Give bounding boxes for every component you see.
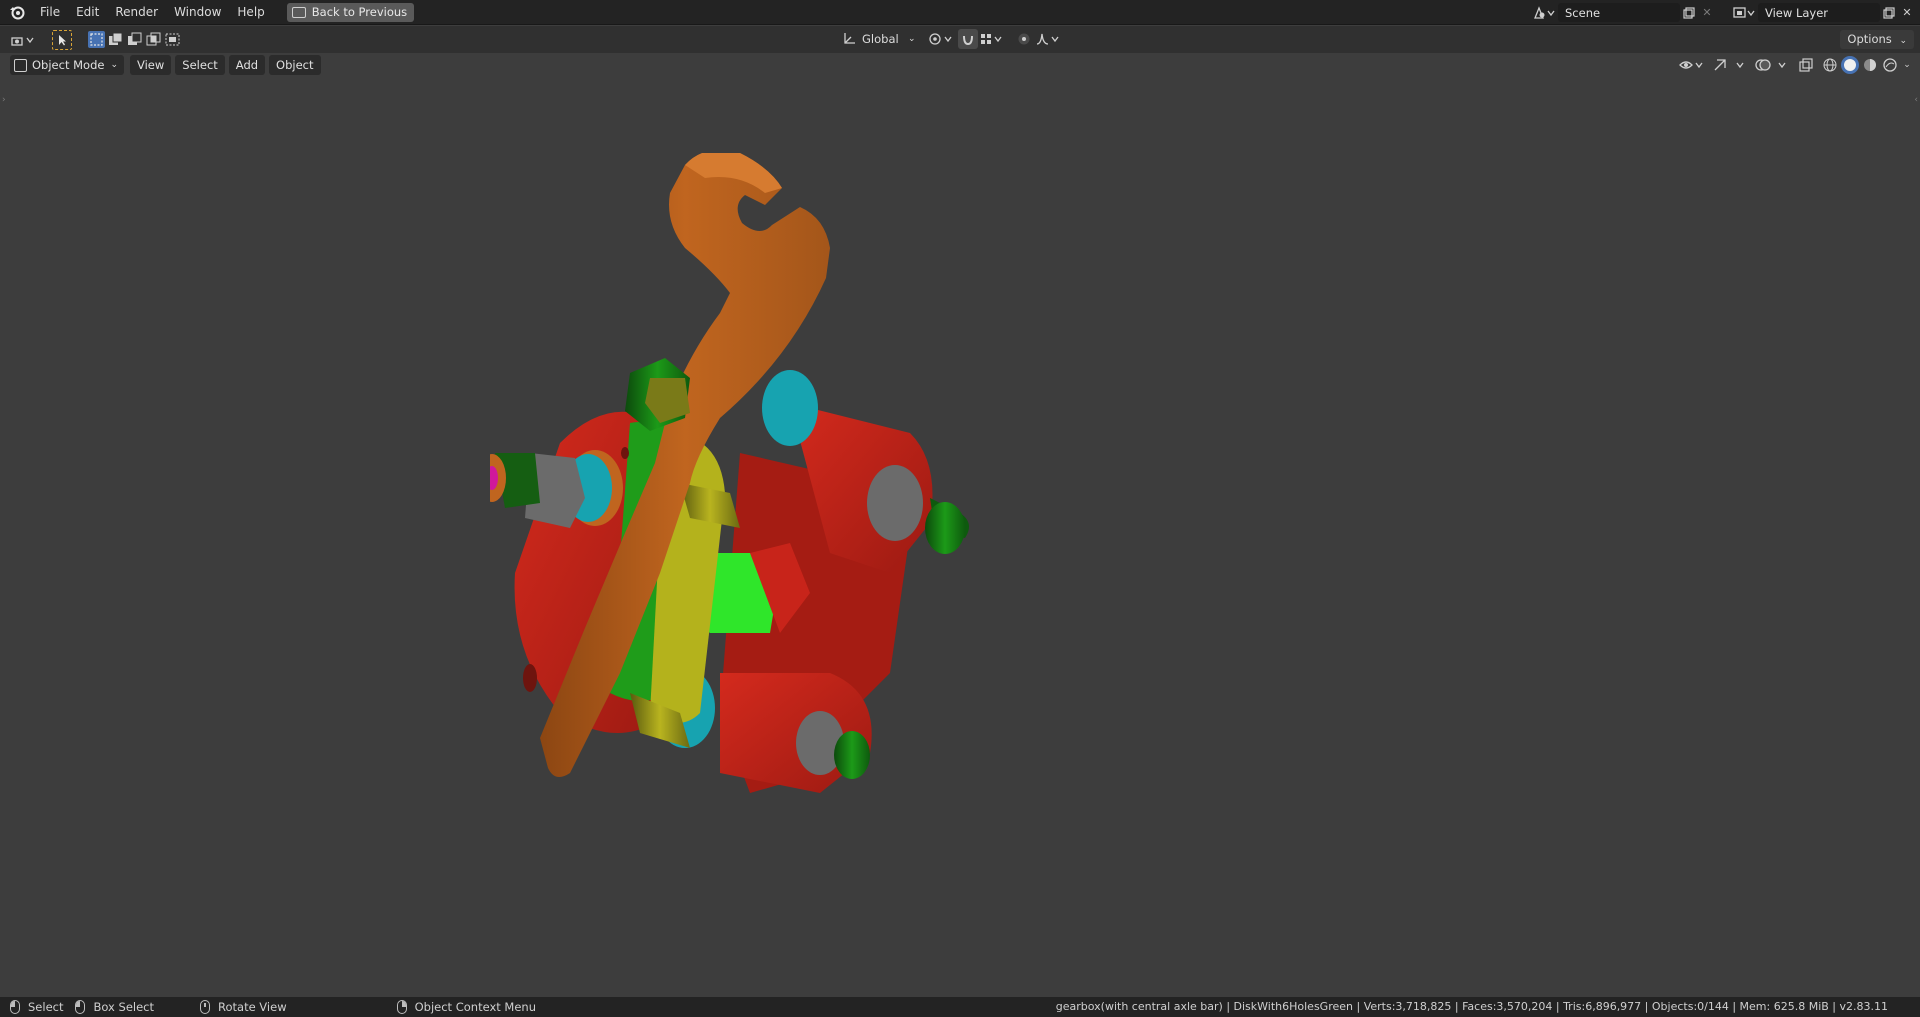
interaction-mode-dropdown[interactable]: Object Mode ⌄ [10,55,124,75]
options-dropdown[interactable]: Options ⌄ [1840,30,1914,49]
view-layer-selector-icon[interactable] [1730,3,1758,22]
status-bar: Select Box Select Rotate View Object Con… [0,997,1920,1017]
pivot-point-icon[interactable] [926,29,956,49]
rendered-shading-icon[interactable] [1881,56,1899,74]
viewport-header: Object Mode ⌄ View Select Add Object ⌄ [0,53,1920,77]
delete-scene-icon[interactable]: ✕ [1698,3,1716,22]
gizmo-icon[interactable] [1711,55,1749,75]
delete-view-layer-icon[interactable]: ✕ [1898,3,1916,22]
visibility-eye-icon[interactable] [1677,55,1707,75]
status-rotate-view-label: Rotate View [218,1000,287,1014]
menu-window[interactable]: Window [166,2,229,23]
material-preview-icon[interactable] [1861,56,1879,74]
right-nut [867,465,923,541]
workspace-selectors: Scene ✕ View Layer ✕ [1530,0,1920,25]
proportional-editing-icon[interactable] [1014,29,1034,49]
sidebar-expand-icon[interactable]: ‹ [1914,95,1918,105]
back-to-previous-label: Back to Previous [311,5,408,19]
toolbar-expand-icon[interactable]: › [2,95,6,105]
xray-toggle-icon[interactable] [1795,55,1817,75]
menu-render[interactable]: Render [107,2,166,23]
orientation-axes-icon [844,33,855,44]
menu-file[interactable]: File [32,2,68,23]
view-layer-name-field[interactable]: View Layer [1758,3,1880,22]
viewport-menu-view[interactable]: View [130,55,172,75]
orientation-label: Global [862,32,899,46]
status-context-menu-label: Object Context Menu [414,1000,536,1014]
shading-options-chevron-icon[interactable]: ⌄ [1900,55,1914,75]
status-select-label: Select [28,1000,64,1014]
viewport-menu-object[interactable]: Object [269,55,321,75]
interaction-mode-label: Object Mode [32,58,105,72]
select-mode-difference-icon[interactable] [145,31,162,48]
back-to-previous-button[interactable]: Back to Previous [286,2,415,22]
options-label: Options [1847,32,1892,46]
viewport-menu-select[interactable]: Select [175,55,225,75]
scene-statistics: gearbox(with central axle bar) | DiskWit… [1055,1000,1888,1013]
3d-viewport[interactable]: › ‹ [0,53,1920,998]
object-mode-icon [14,58,27,72]
select-mode-intersect-icon[interactable] [164,31,181,48]
screen-back-icon [291,6,306,18]
new-view-layer-icon[interactable] [1880,3,1898,22]
disk-hole [523,664,537,692]
snap-target-icon[interactable] [978,29,1006,49]
select-mode-new-icon[interactable] [88,31,105,48]
scene-name: Scene [1565,5,1601,20]
scene-name-field[interactable]: Scene [1558,3,1680,22]
overlays-icon[interactable] [1753,55,1791,75]
viewport-menu-add[interactable]: Add [228,55,266,75]
snap-toggle-icon[interactable] [957,29,978,49]
lower-bolt-end [834,731,870,779]
disk-hole [621,447,629,459]
select-mode-subtract-icon[interactable] [126,31,143,48]
editor-type-icon[interactable] [8,30,38,50]
tool-settings-bar: Global ⌄ Options ⌄ [0,26,1920,53]
solid-shading-icon[interactable] [1841,56,1859,74]
middle-mouse-icon [200,1000,210,1014]
blender-logo-icon[interactable] [8,3,26,21]
top-menu-bar: File Edit Render Window Help Back to Pre… [0,0,1920,25]
menu-edit[interactable]: Edit [68,2,107,23]
transform-tools: Global ⌄ [836,29,1064,49]
new-scene-icon[interactable] [1680,3,1698,22]
left-mouse-icon [10,1000,20,1014]
select-tool-icon[interactable] [52,29,72,50]
menu-help[interactable]: Help [229,2,272,23]
select-mode-extend-icon[interactable] [107,31,124,48]
wireframe-shading-icon[interactable] [1821,56,1839,74]
scene-selector-icon[interactable] [1530,3,1558,22]
right-bolt-end [925,502,965,554]
left-drag-mouse-icon [75,1000,86,1014]
gearbox-model-render[interactable] [490,153,1170,953]
proportional-falloff-icon[interactable] [1034,29,1064,49]
transform-orientation-dropdown[interactable]: Global ⌄ [836,29,922,49]
viewport-display-controls: ⌄ [1677,55,1914,75]
right-mouse-icon [396,1000,407,1014]
status-box-select-label: Box Select [93,1000,154,1014]
upper-cyan-bushing [762,370,818,446]
view-layer-name: View Layer [1765,5,1829,20]
